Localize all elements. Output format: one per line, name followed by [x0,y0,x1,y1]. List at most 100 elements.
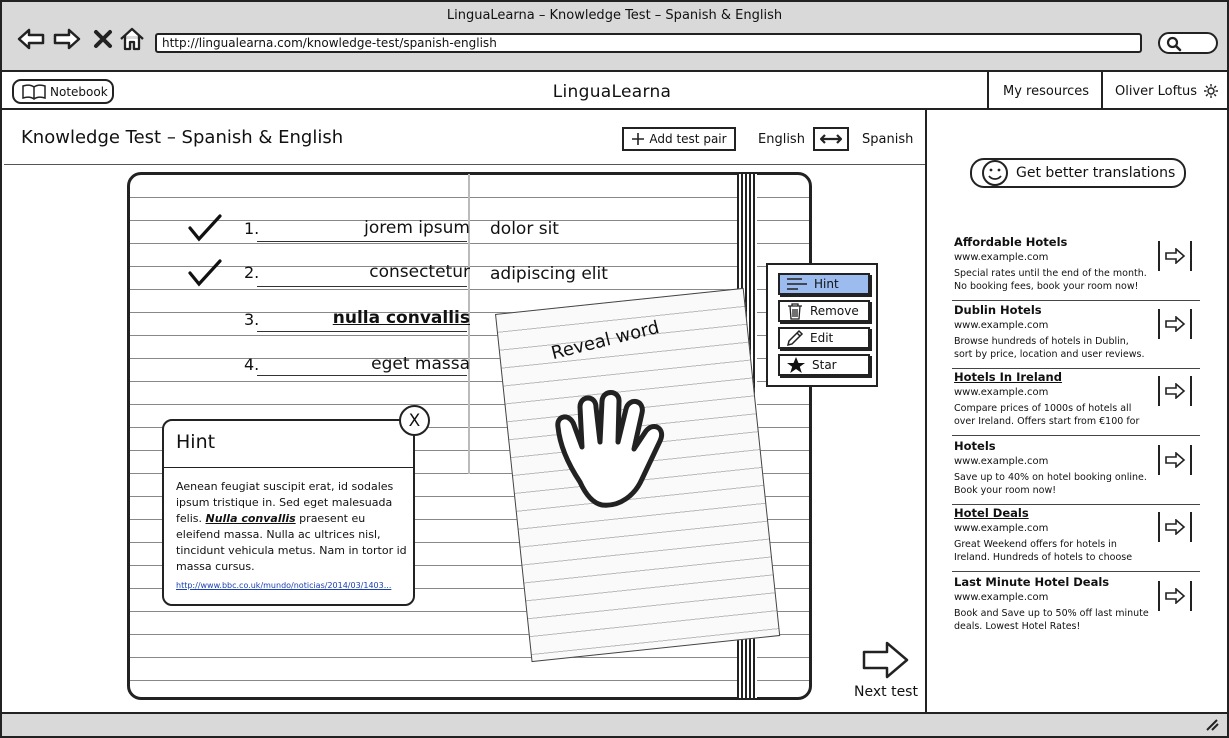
swap-languages-button[interactable] [813,127,849,151]
ad-go-button[interactable] [1158,581,1192,611]
ad-go-button[interactable] [1158,241,1192,271]
right-arrow-icon [1165,452,1186,468]
page-title: Knowledge Test – Spanish & English [21,127,344,148]
status-bar [2,712,1227,736]
row-underline [257,241,467,242]
right-arrow-icon [1165,588,1186,604]
right-arrow-icon [1165,519,1186,535]
ad-url: www.example.com [954,592,1049,603]
ad-title[interactable]: Hotel Deals [954,506,1029,520]
ad-url: www.example.com [954,252,1049,263]
ad-title[interactable]: Affordable Hotels [954,235,1067,249]
trash-icon [788,303,802,320]
ad-description: Compare prices of 1000s of hotels all ov… [954,403,1140,427]
home-icon[interactable] [117,26,147,52]
sidebar-divider [925,110,927,712]
row-underline [257,331,467,332]
close-x-icon[interactable] [88,26,118,52]
row-source-word[interactable]: consectetur [302,262,470,282]
hint-close-button[interactable]: X [399,405,430,436]
row-source-word[interactable]: jorem ipsum [302,218,470,238]
next-test-label: Next test [854,684,918,700]
ad-url: www.example.com [954,456,1049,467]
ad-description: Book and Save up to 50% off last minute … [954,608,1149,632]
hand-pointer-icon [550,387,690,526]
pencil-icon [786,329,804,347]
menu-item-remove[interactable]: Remove [778,300,870,322]
row-number: 4. [244,355,260,374]
my-resources-label: My resources [1003,83,1090,99]
app-frame: LinguaLearna – Knowledge Test – Spanish … [0,0,1229,738]
next-arrow-icon [862,641,909,679]
right-arrow-icon [1165,383,1186,399]
hint-body: Aenean feugiat suscipit erat, id sodales… [176,479,408,575]
url-input[interactable]: http://lingualearna.com/knowledge-test/s… [155,33,1142,53]
app-header: Notebook LinguaLearna My resources Olive… [2,72,1227,110]
hint-popup: Hint Aenean feugiat suscipit erat, id so… [162,419,415,606]
ad-url: www.example.com [954,523,1049,534]
next-test-button[interactable]: Next test [851,640,921,700]
add-test-pair-label: Add test pair [649,132,727,146]
checkmark-icon [188,259,222,292]
hint-title: Hint [176,431,216,453]
menu-item-label: Hint [814,277,839,291]
resize-grip-icon[interactable] [1205,719,1219,731]
ad-description: Great Weekend offers for hotels in Irela… [954,539,1133,563]
ad-title[interactable]: Last Minute Hotel Deals [954,575,1109,589]
ad-item: Hotel Deals www.example.com Great Weeken… [952,506,1200,572]
ad-title[interactable]: Hotels [954,439,996,453]
ad-title[interactable]: Hotels In Ireland [954,370,1062,384]
browser-search-input[interactable] [1158,32,1218,54]
hint-divider [164,467,413,468]
ad-go-button[interactable] [1158,512,1192,542]
browser-chrome: LinguaLearna – Knowledge Test – Spanish … [2,2,1227,72]
my-resources-link[interactable]: My resources [987,72,1102,110]
row-number: 2. [244,263,260,282]
row-target-word[interactable]: dolor sit [490,219,559,239]
ad-go-button[interactable] [1158,376,1192,406]
get-better-translations-label: Get better translations [1016,165,1176,181]
row-number: 1. [244,219,260,238]
star-icon [787,357,805,373]
right-arrow-icon [1165,248,1186,264]
menu-item-star[interactable]: Star [778,354,870,376]
forward-arrow-icon[interactable] [52,26,82,52]
ad-description: Browse hundreds of hotels in Dublin, sor… [954,336,1145,360]
menu-item-hint[interactable]: Hint [778,273,870,295]
smiley-icon [982,160,1008,186]
swap-arrows-icon [820,134,842,144]
menu-item-label: Edit [810,331,834,345]
language-left: English [758,132,805,147]
ad-description: Save up to 40% on hotel booking online. … [954,472,1147,496]
user-menu[interactable]: Oliver Loftus [1101,72,1227,110]
context-menu: Hint Remove Edit Star [766,263,878,387]
language-right: Spanish [862,132,914,147]
right-arrow-icon [1165,316,1186,332]
gear-icon[interactable] [1203,83,1219,99]
ad-go-button[interactable] [1158,309,1192,339]
menu-item-label: Remove [810,304,859,318]
ad-url: www.example.com [954,387,1049,398]
get-better-translations-button[interactable]: Get better translations [970,158,1186,188]
back-arrow-icon[interactable] [16,26,46,52]
ad-url: www.example.com [954,320,1049,331]
row-underline [257,375,467,376]
user-name: Oliver Loftus [1115,83,1198,99]
hint-source-link[interactable]: http://www.bbc.co.uk/mundo/noticias/2014… [176,581,408,590]
ad-item: Hotels www.example.com Save up to 40% on… [952,439,1200,505]
ad-go-button[interactable] [1158,445,1192,475]
row-number: 3. [244,310,260,329]
menu-item-edit[interactable]: Edit [778,327,870,349]
lines-icon [787,278,807,290]
row-target-word[interactable]: adipiscing elit [490,264,608,284]
ad-title[interactable]: Dublin Hotels [954,303,1042,317]
row-source-word[interactable]: eget massa [302,354,470,374]
plus-icon [632,133,645,145]
row-source-word-selected[interactable]: nulla convallis [302,308,470,328]
checkmark-icon [188,214,222,247]
ad-description: Special rates until the end of the month… [954,268,1147,292]
ad-item: Affordable Hotels www.example.com Specia… [952,235,1200,301]
ad-item: Last Minute Hotel Deals www.example.com … [952,575,1200,641]
search-icon [1166,36,1182,52]
add-test-pair-button[interactable]: Add test pair [622,127,736,151]
